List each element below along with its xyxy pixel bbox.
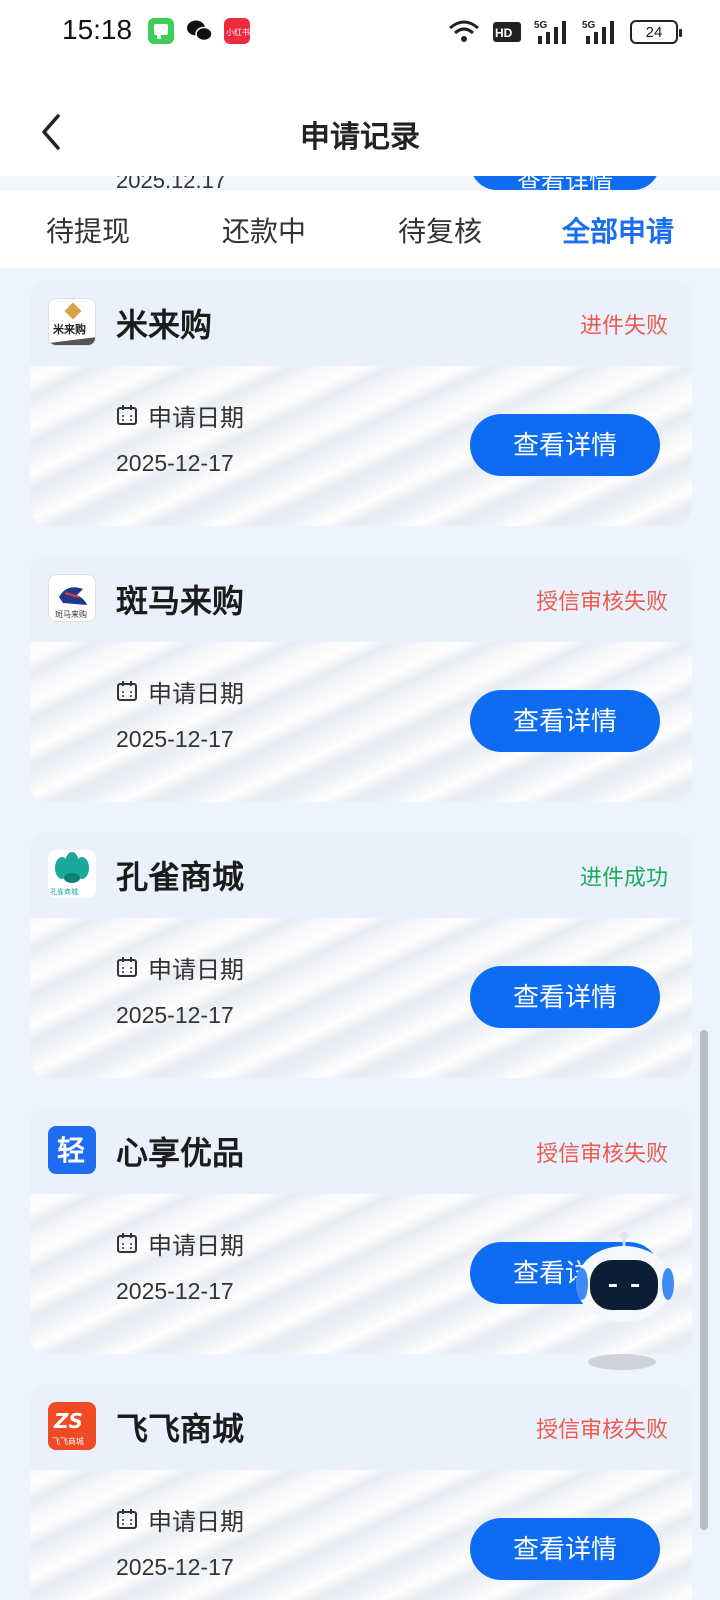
- application-card: 斑马来购 斑马来购 授信审核失败 申请日期 2025-12-17 查看详情: [30, 556, 692, 802]
- card-name: 孔雀商城: [116, 858, 245, 896]
- hd-icon: HD: [493, 22, 521, 42]
- banma-logo-icon: 斑马来购: [48, 574, 96, 622]
- card-header: 斑马来购 斑马来购 授信审核失败: [30, 556, 692, 642]
- scrollbar[interactable]: [700, 1030, 708, 1530]
- application-card: 孔雀商城 孔雀商城 进件成功 申请日期 2025-12-17 查看详情: [30, 832, 692, 1078]
- card-name: 米来购: [116, 306, 213, 344]
- scrolled-content-peek: 2025.12.17 查看详情: [0, 176, 720, 190]
- apply-date-value: 2025-12-17: [116, 1554, 234, 1580]
- tab-all-applications[interactable]: 全部申请: [562, 210, 674, 250]
- filter-tabs: 待提现 还款中 待复核 全部申请: [0, 190, 720, 268]
- apply-date-label: 申请日期: [148, 1232, 244, 1260]
- tab-pending-withdrawal[interactable]: 待提现: [46, 210, 130, 250]
- calendar-icon: [117, 957, 137, 977]
- apply-date-label: 申请日期: [148, 956, 244, 984]
- milaigou-logo-icon: 米来购: [48, 298, 96, 346]
- signal-5g-icon: 5G: [534, 20, 566, 44]
- view-details-button[interactable]: 查看详情: [470, 966, 660, 1028]
- robot-icon: [576, 1232, 674, 1370]
- svg-text:ZS: ZS: [53, 1409, 83, 1433]
- status-icons: HD 5G 5G 24: [448, 16, 682, 48]
- logo-text: 孔雀商城: [50, 887, 78, 896]
- card-header: 轻 心享优品 授信审核失败: [30, 1108, 692, 1194]
- logo-text: 米来购: [52, 322, 86, 336]
- assistant-robot-button[interactable]: [576, 1230, 688, 1370]
- calendar-icon: [117, 1509, 137, 1529]
- view-details-button[interactable]: 查看详情: [470, 690, 660, 752]
- peek-detail-button[interactable]: 查看详情: [470, 176, 660, 190]
- card-header: 孔雀商城 孔雀商城 进件成功: [30, 832, 692, 918]
- xiaohongshu-icon: 小红书: [224, 18, 250, 44]
- card-body: 申请日期 2025-12-17 查看详情: [30, 918, 692, 1078]
- logo-text: 斑马来购: [55, 609, 87, 619]
- page-title: 申请记录: [300, 120, 420, 155]
- wifi-icon: [449, 20, 479, 42]
- svg-text:5G: 5G: [534, 20, 548, 31]
- card-header: ZS 飞飞商城 飞飞商城 授信审核失败: [30, 1384, 692, 1470]
- wechat-icon: [186, 18, 213, 44]
- svg-text:HD: HD: [495, 26, 513, 40]
- status-badge: 授信审核失败: [535, 1142, 668, 1167]
- status-badge: 进件失败: [579, 314, 668, 339]
- view-details-button[interactable]: 查看详情: [470, 1518, 660, 1580]
- card-body: 申请日期 2025-12-17 查看详情: [30, 366, 692, 526]
- application-card: 米来购 米来购 进件失败 申请日期 2025-12-17 查看详情: [30, 280, 692, 526]
- svg-text:5G: 5G: [582, 20, 596, 31]
- card-body: 申请日期 2025-12-17 查看详情: [30, 642, 692, 802]
- tab-pending-review[interactable]: 待复核: [398, 210, 482, 250]
- apply-date-label: 申请日期: [148, 1508, 244, 1536]
- status-badge: 授信审核失败: [535, 590, 668, 615]
- xinxiang-logo-icon: 轻: [48, 1126, 96, 1174]
- calendar-icon: [117, 1233, 137, 1253]
- status-time: 15:18: [62, 14, 133, 45]
- status-bar: 15:18 小红书 HD 5G 5G 24: [0, 0, 720, 66]
- card-name: 飞飞商城: [116, 1410, 245, 1448]
- signal-5g-icon: 5G: [582, 20, 614, 44]
- card-header: 米来购 米来购 进件失败: [30, 280, 692, 366]
- kongque-logo-icon: 孔雀商城: [48, 850, 96, 898]
- status-badge: 授信审核失败: [535, 1418, 668, 1443]
- application-card: ZS 飞飞商城 飞飞商城 授信审核失败 申请日期 2025-12-17 查看详情: [30, 1384, 692, 1600]
- calendar-icon: [117, 681, 137, 701]
- apply-date-value: 2025-12-17: [116, 726, 234, 752]
- status-badge: 进件成功: [579, 866, 668, 891]
- message-app-icon: [148, 18, 174, 44]
- battery-indicator: 24: [630, 20, 682, 44]
- battery-level: 24: [645, 23, 663, 41]
- apply-date-label: 申请日期: [148, 680, 244, 708]
- nav-bar: 申请记录: [0, 66, 720, 176]
- view-details-button[interactable]: 查看详情: [470, 414, 660, 476]
- card-name: 心享优品: [116, 1134, 245, 1172]
- apply-date-value: 2025-12-17: [116, 450, 234, 476]
- logo-text: 飞飞商城: [52, 1436, 84, 1446]
- card-name: 斑马来购: [116, 582, 245, 620]
- tab-repaying[interactable]: 还款中: [222, 210, 306, 250]
- card-body: 申请日期 2025-12-17 查看详情: [30, 1470, 692, 1600]
- apply-date-label: 申请日期: [148, 404, 244, 432]
- calendar-icon: [117, 405, 137, 425]
- svg-text:小红书: 小红书: [226, 27, 250, 37]
- apply-date-value: 2025-12-17: [116, 1002, 234, 1028]
- peek-date: 2025.12.17: [116, 176, 227, 190]
- apply-date-value: 2025-12-17: [116, 1278, 234, 1304]
- feifei-logo-icon: ZS 飞飞商城: [48, 1402, 96, 1450]
- logo-text: 轻: [57, 1134, 85, 1167]
